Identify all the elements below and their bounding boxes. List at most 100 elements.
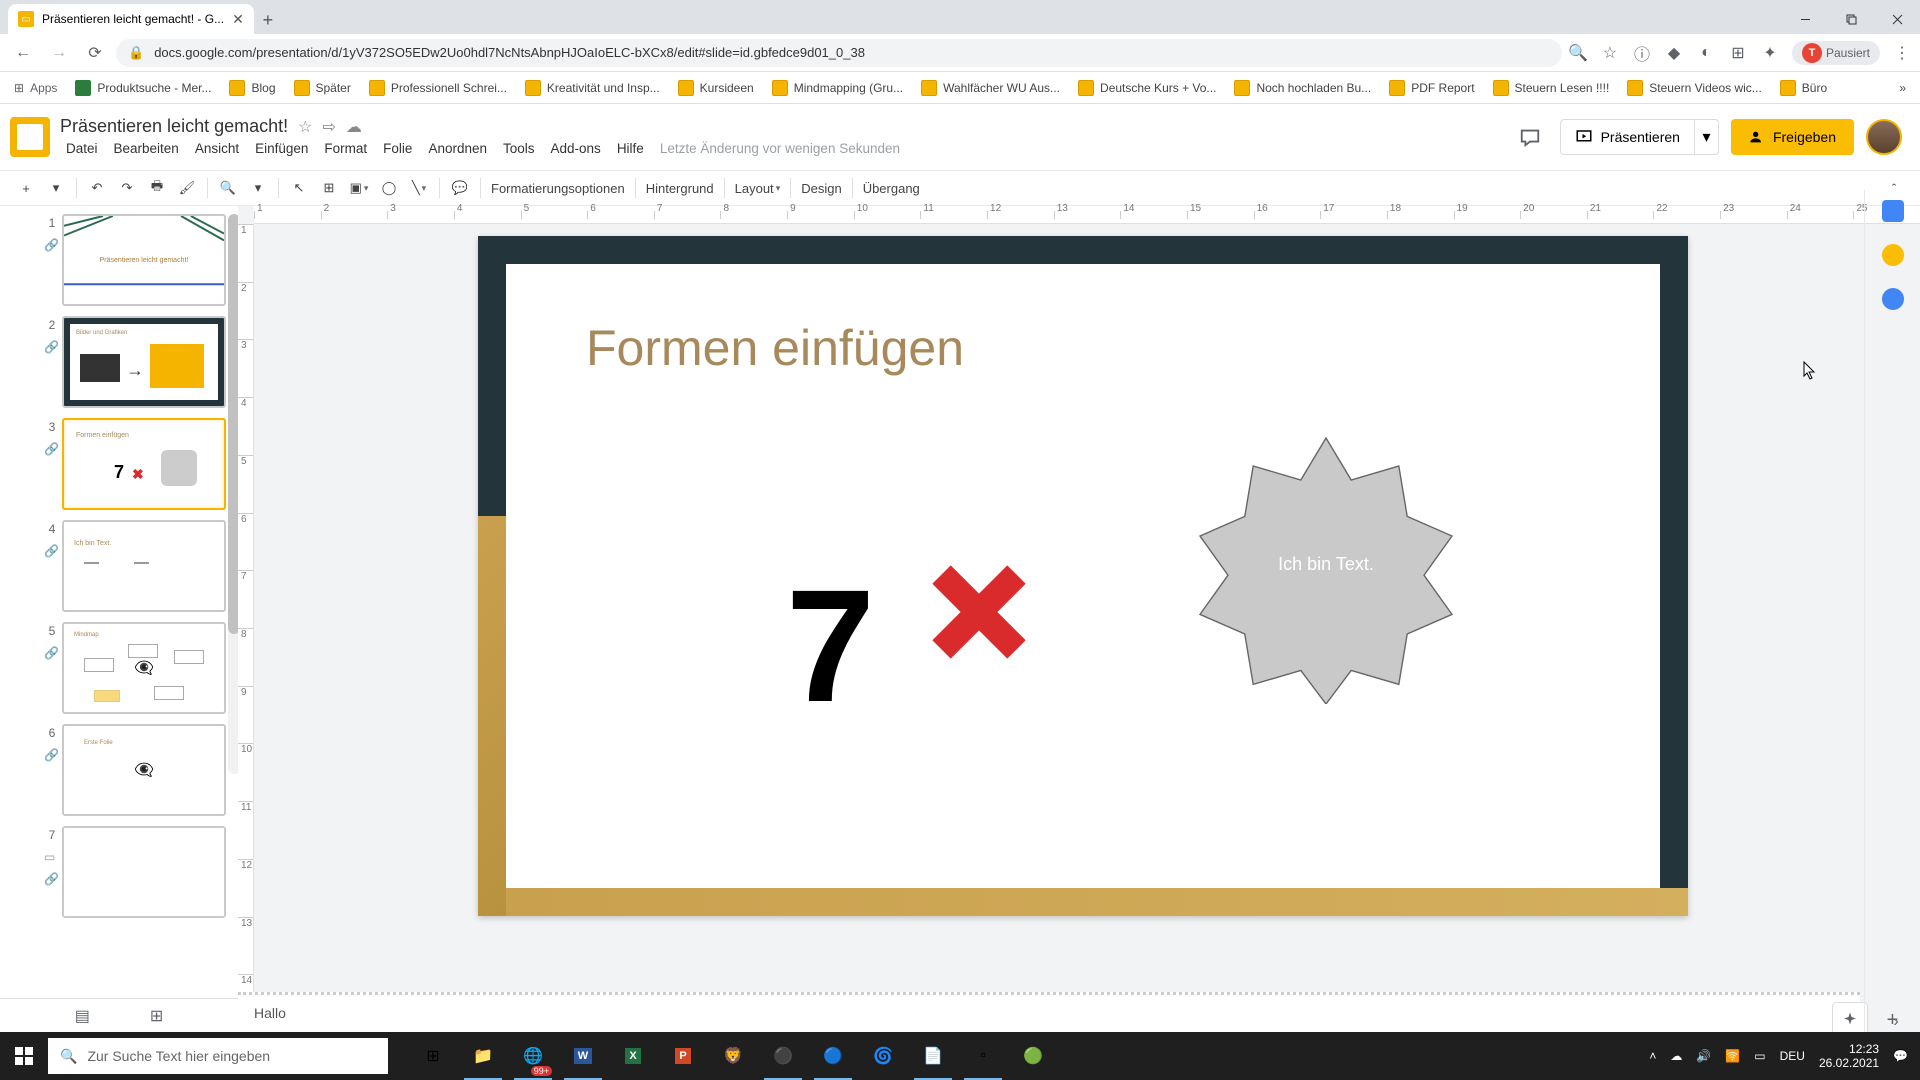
bookmark-item[interactable]: Steuern Videos wic... <box>1621 76 1768 100</box>
menu-edit[interactable]: Bearbeiten <box>108 139 185 158</box>
background-button[interactable]: Hintergrund <box>642 174 718 202</box>
menu-view[interactable]: Ansicht <box>189 139 245 158</box>
share-button[interactable]: Freigeben <box>1731 119 1854 155</box>
menu-insert[interactable]: Einfügen <box>249 139 314 158</box>
reload-button[interactable]: ⟳ <box>80 38 110 68</box>
bookmark-item[interactable]: Büro <box>1774 76 1833 100</box>
image-tool[interactable]: ▣ <box>345 174 373 202</box>
brave-icon[interactable]: 🦁 <box>708 1032 758 1080</box>
star-icon[interactable]: ☆ <box>1600 43 1620 63</box>
bookmark-item[interactable]: Wahlfächer WU Aus... <box>915 76 1066 100</box>
slide-content[interactable]: Formen einfügen 7 Ich bin Text. <box>506 264 1660 888</box>
tray-clock[interactable]: 12:23 26.02.2021 <box>1819 1042 1879 1071</box>
select-tool[interactable]: ↖ <box>285 174 313 202</box>
tasks-icon[interactable] <box>1882 288 1904 310</box>
close-window-button[interactable] <box>1874 4 1920 34</box>
filmstrip-view-icon[interactable]: ▤ <box>75 1006 90 1026</box>
zoom-button[interactable]: 🔍 <box>214 174 242 202</box>
add-panel-button[interactable]: + <box>1887 1009 1899 1032</box>
maximize-button[interactable] <box>1828 4 1874 34</box>
extension-icon[interactable]: ◆ <box>1664 43 1684 63</box>
spotify-icon[interactable]: 🟢 <box>1008 1032 1058 1080</box>
textbox-tool[interactable]: ⊞ <box>315 174 343 202</box>
explorer-icon[interactable]: 📁 <box>458 1032 508 1080</box>
format-options-button[interactable]: Formatierungsoptionen <box>487 174 629 202</box>
tray-cloud-icon[interactable]: ☁ <box>1670 1049 1682 1063</box>
bookmark-item[interactable]: Professionell Schrei... <box>363 76 513 100</box>
star-document-icon[interactable]: ☆ <box>298 117 312 137</box>
menu-arrange[interactable]: Anordnen <box>422 139 493 158</box>
new-slide-dropdown[interactable]: ▾ <box>42 174 70 202</box>
menu-format[interactable]: Format <box>318 139 373 158</box>
menu-file[interactable]: Datei <box>60 139 104 158</box>
slide-thumbnail-3[interactable]: Formen einfügen 7 ✖ <box>62 418 226 510</box>
tray-network-icon[interactable]: 🛜 <box>1725 1049 1740 1063</box>
incognito-icon[interactable]: ◐ <box>1696 43 1716 63</box>
star-shape[interactable]: Ich bin Text. <box>1186 424 1466 704</box>
tray-battery-icon[interactable]: ▭ <box>1754 1049 1765 1063</box>
slide-thumbnail-6[interactable]: 👁‍🗨 Erste Folie <box>62 724 226 816</box>
move-document-icon[interactable]: ⇨ <box>322 117 335 137</box>
last-edit-text[interactable]: Letzte Änderung vor wenigen Sekunden <box>654 139 906 158</box>
notepad-icon[interactable]: 📄 <box>908 1032 958 1080</box>
bookmark-item[interactable]: Noch hochladen Bu... <box>1228 76 1377 100</box>
puzzle-icon[interactable]: ✦ <box>1760 43 1780 63</box>
profile-chip[interactable]: T Pausiert <box>1792 41 1880 65</box>
minimize-button[interactable] <box>1782 4 1828 34</box>
obs-icon[interactable]: ⚫ <box>758 1032 808 1080</box>
seven-text[interactable]: 7 <box>786 554 875 738</box>
comment-tool[interactable]: 💬 <box>446 174 474 202</box>
slide-thumbnail-2[interactable]: Bilder und Grafiken → <box>62 316 226 408</box>
keep-icon[interactable] <box>1882 244 1904 266</box>
slides-logo-icon[interactable] <box>10 117 50 157</box>
bookmark-item[interactable]: Kreativität und Insp... <box>519 76 666 100</box>
app-icon[interactable]: ▫ <box>958 1032 1008 1080</box>
comments-button[interactable] <box>1512 119 1548 155</box>
slide-canvas[interactable]: Formen einfügen 7 Ich bin Text. <box>478 236 1688 916</box>
powerpoint-icon[interactable]: P <box>658 1032 708 1080</box>
tray-chevron-icon[interactable]: ˄ <box>1649 1049 1656 1063</box>
new-slide-button[interactable]: + <box>12 174 40 202</box>
forward-button[interactable]: → <box>44 38 74 68</box>
account-avatar[interactable] <box>1866 119 1902 155</box>
calendar-icon[interactable] <box>1882 200 1904 222</box>
present-button[interactable]: Präsentieren <box>1560 119 1695 155</box>
bookmark-item[interactable]: Produktsuche - Mer... <box>69 76 217 100</box>
zoom-dropdown[interactable]: ▾ <box>244 174 272 202</box>
menu-help[interactable]: Hilfe <box>611 139 650 158</box>
tray-language[interactable]: DEU <box>1780 1049 1805 1063</box>
menu-slide[interactable]: Folie <box>377 139 418 158</box>
new-tab-button[interactable]: + <box>254 6 282 34</box>
start-button[interactable] <box>0 1032 48 1080</box>
back-button[interactable]: ← <box>8 38 38 68</box>
apps-button[interactable]: ⊞Apps <box>8 77 63 99</box>
browser-tab[interactable]: ▭ Präsentieren leicht gemacht! - G... ✕ <box>8 4 254 34</box>
paint-format-button[interactable]: 🖌 <box>173 174 201 202</box>
slide-thumbnail-1[interactable]: Präsentieren leicht gemacht! <box>62 214 226 306</box>
transition-button[interactable]: Übergang <box>859 174 924 202</box>
bookmark-item[interactable]: Mindmapping (Gru... <box>766 76 909 100</box>
bookmark-item[interactable]: Steuern Lesen !!!! <box>1487 76 1616 100</box>
layout-button[interactable]: Layout <box>731 174 785 202</box>
red-cross-shape[interactable] <box>926 564 1026 664</box>
excel-icon[interactable]: X <box>608 1032 658 1080</box>
bookmark-item[interactable]: Deutsche Kurs + Vo... <box>1072 76 1222 100</box>
bookmark-item[interactable]: Später <box>288 76 357 100</box>
task-view-button[interactable]: ⊞ <box>408 1032 458 1080</box>
slide-thumbnail-7[interactable] <box>62 826 226 918</box>
grid-view-icon[interactable]: ⊞ <box>150 1006 163 1026</box>
close-tab-icon[interactable]: ✕ <box>232 11 244 28</box>
present-dropdown[interactable]: ▾ <box>1695 119 1719 155</box>
grid-icon[interactable]: ⊞ <box>1728 43 1748 63</box>
chrome-icon[interactable]: 🔵 <box>808 1032 858 1080</box>
menu-tools[interactable]: Tools <box>497 139 541 158</box>
redo-button[interactable]: ↷ <box>113 174 141 202</box>
line-tool[interactable]: ╲ <box>405 174 433 202</box>
slide-title-text[interactable]: Formen einfügen <box>586 319 964 377</box>
zoom-icon[interactable]: 🔍 <box>1568 43 1588 63</box>
taskbar-search[interactable]: 🔍 Zur Suche Text hier eingeben <box>48 1038 388 1074</box>
edge-icon-2[interactable]: 🌀 <box>858 1032 908 1080</box>
menu-addons[interactable]: Add-ons <box>545 139 607 158</box>
bookmark-overflow[interactable]: » <box>1893 77 1912 99</box>
tray-volume-icon[interactable]: 🔊 <box>1696 1049 1711 1063</box>
